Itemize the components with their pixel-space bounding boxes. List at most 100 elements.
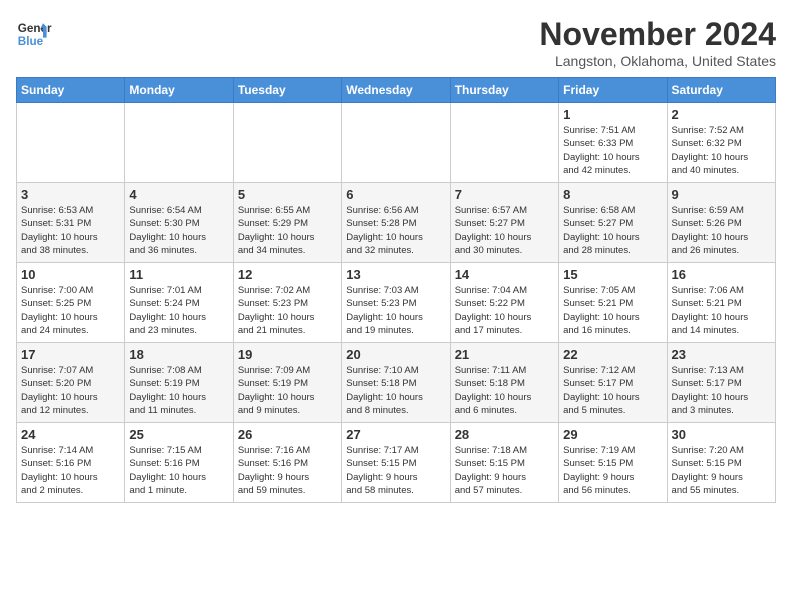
day-number: 22: [563, 347, 662, 362]
calendar-day-cell: 8 Sunrise: 6:58 AM Sunset: 5:27 PM Daylig…: [559, 183, 667, 263]
calendar-day-cell: 26Sunrise: 7:16 AM Sunset: 5:16 PM Dayli…: [233, 423, 341, 503]
day-info: Sunrise: 7:19 AM Sunset: 5:15 PM Dayligh…: [563, 445, 635, 496]
day-number: 7: [455, 187, 554, 202]
calendar-day-cell: 16 Sunrise: 7:06 AM Sunset: 5:21 PM Dayli…: [667, 263, 775, 343]
day-number: 9: [672, 187, 771, 202]
day-info: Sunrise: 7:17 AM Sunset: 5:15 PM Dayligh…: [346, 445, 418, 496]
calendar-day-cell: 21 Sunrise: 7:11 AM Sunset: 5:18 PM Dayli…: [450, 343, 558, 423]
logo: General Blue: [16, 16, 52, 52]
calendar-day-cell: 29 Sunrise: 7:19 AM Sunset: 5:15 PM Dayli…: [559, 423, 667, 503]
day-number: 10: [21, 267, 120, 282]
calendar-day-cell: 6Sunrise: 6:56 AM Sunset: 5:28 PM Daylig…: [342, 183, 450, 263]
day-info: Sunrise: 7:06 AM Sunset: 5:21 PM Dayligh…: [672, 285, 749, 336]
day-info: Sunrise: 7:15 AM Sunset: 5:16 PM Dayligh…: [129, 445, 206, 496]
day-number: 21: [455, 347, 554, 362]
day-info: Sunrise: 7:04 AM Sunset: 5:22 PM Dayligh…: [455, 285, 532, 336]
day-number: 27: [346, 427, 445, 442]
day-info: Sunrise: 6:53 AM Sunset: 5:31 PM Dayligh…: [21, 205, 98, 256]
day-info: Sunrise: 7:18 AM Sunset: 5:15 PM Dayligh…: [455, 445, 527, 496]
day-number: 29: [563, 427, 662, 442]
day-number: 2: [672, 107, 771, 122]
empty-cell: [17, 103, 125, 183]
day-number: 25: [129, 427, 228, 442]
day-info: Sunrise: 6:57 AM Sunset: 5:27 PM Dayligh…: [455, 205, 532, 256]
day-info: Sunrise: 7:16 AM Sunset: 5:16 PM Dayligh…: [238, 445, 310, 496]
day-number: 17: [21, 347, 120, 362]
day-number: 3: [21, 187, 120, 202]
day-info: Sunrise: 6:56 AM Sunset: 5:28 PM Dayligh…: [346, 205, 423, 256]
calendar-day-cell: 4 Sunrise: 6:54 AM Sunset: 5:30 PM Daylig…: [125, 183, 233, 263]
day-info: Sunrise: 7:14 AM Sunset: 5:16 PM Dayligh…: [21, 445, 98, 496]
svg-text:General: General: [18, 22, 52, 35]
day-number: 1: [563, 107, 662, 122]
day-number: 11: [129, 267, 228, 282]
day-info: Sunrise: 6:55 AM Sunset: 5:29 PM Dayligh…: [238, 205, 315, 256]
weekday-header: Saturday: [667, 78, 775, 103]
day-number: 23: [672, 347, 771, 362]
day-info: Sunrise: 6:54 AM Sunset: 5:30 PM Dayligh…: [129, 205, 206, 256]
svg-text:Blue: Blue: [18, 35, 44, 48]
calendar-day-cell: 23 Sunrise: 7:13 AM Sunset: 5:17 PM Dayli…: [667, 343, 775, 423]
day-number: 15: [563, 267, 662, 282]
calendar-day-cell: 30 Sunrise: 7:20 AM Sunset: 5:15 PM Dayli…: [667, 423, 775, 503]
calendar-day-cell: 10 Sunrise: 7:00 AM Sunset: 5:25 PM Dayli…: [17, 263, 125, 343]
calendar-day-cell: 17 Sunrise: 7:07 AM Sunset: 5:20 PM Dayli…: [17, 343, 125, 423]
empty-cell: [342, 103, 450, 183]
weekday-header: Wednesday: [342, 78, 450, 103]
page-header: General Blue November 2024 Langston, Okl…: [16, 16, 776, 69]
empty-cell: [233, 103, 341, 183]
month-title: November 2024: [539, 16, 776, 53]
day-number: 16: [672, 267, 771, 282]
calendar-day-cell: 3 Sunrise: 6:53 AM Sunset: 5:31 PM Daylig…: [17, 183, 125, 263]
day-info: Sunrise: 7:00 AM Sunset: 5:25 PM Dayligh…: [21, 285, 98, 336]
weekday-header: Tuesday: [233, 78, 341, 103]
day-info: Sunrise: 7:20 AM Sunset: 5:15 PM Dayligh…: [672, 445, 744, 496]
title-block: November 2024 Langston, Oklahoma, United…: [539, 16, 776, 69]
calendar-day-cell: 5 Sunrise: 6:55 AM Sunset: 5:29 PM Daylig…: [233, 183, 341, 263]
calendar-day-cell: 2 Sunrise: 7:52 AM Sunset: 6:32 PM Daylig…: [667, 103, 775, 183]
calendar-day-cell: 12Sunrise: 7:02 AM Sunset: 5:23 PM Dayli…: [233, 263, 341, 343]
day-info: Sunrise: 7:01 AM Sunset: 5:24 PM Dayligh…: [129, 285, 206, 336]
calendar-day-cell: 14 Sunrise: 7:04 AM Sunset: 5:22 PM Dayli…: [450, 263, 558, 343]
calendar-day-cell: 22 Sunrise: 7:12 AM Sunset: 5:17 PM Dayli…: [559, 343, 667, 423]
day-info: Sunrise: 7:05 AM Sunset: 5:21 PM Dayligh…: [563, 285, 640, 336]
day-info: Sunrise: 7:51 AM Sunset: 6:33 PM Dayligh…: [563, 125, 640, 176]
calendar-day-cell: 9 Sunrise: 6:59 AM Sunset: 5:26 PM Daylig…: [667, 183, 775, 263]
day-number: 4: [129, 187, 228, 202]
calendar-day-cell: 11 Sunrise: 7:01 AM Sunset: 5:24 PM Dayli…: [125, 263, 233, 343]
day-number: 5: [238, 187, 337, 202]
weekday-header: Thursday: [450, 78, 558, 103]
day-info: Sunrise: 7:08 AM Sunset: 5:19 PM Dayligh…: [129, 365, 206, 416]
day-info: Sunrise: 6:59 AM Sunset: 5:26 PM Dayligh…: [672, 205, 749, 256]
calendar-day-cell: 24Sunrise: 7:14 AM Sunset: 5:16 PM Dayli…: [17, 423, 125, 503]
empty-cell: [125, 103, 233, 183]
day-number: 14: [455, 267, 554, 282]
day-number: 18: [129, 347, 228, 362]
logo-icon: General Blue: [16, 16, 52, 52]
calendar-day-cell: 25 Sunrise: 7:15 AM Sunset: 5:16 PM Dayli…: [125, 423, 233, 503]
calendar-day-cell: 20Sunrise: 7:10 AM Sunset: 5:18 PM Dayli…: [342, 343, 450, 423]
calendar-day-cell: 7 Sunrise: 6:57 AM Sunset: 5:27 PM Daylig…: [450, 183, 558, 263]
day-info: Sunrise: 7:12 AM Sunset: 5:17 PM Dayligh…: [563, 365, 640, 416]
day-info: Sunrise: 7:52 AM Sunset: 6:32 PM Dayligh…: [672, 125, 749, 176]
day-number: 8: [563, 187, 662, 202]
day-info: Sunrise: 7:11 AM Sunset: 5:18 PM Dayligh…: [455, 365, 532, 416]
weekday-header: Friday: [559, 78, 667, 103]
calendar-day-cell: 1 Sunrise: 7:51 AM Sunset: 6:33 PM Daylig…: [559, 103, 667, 183]
calendar-day-cell: 18 Sunrise: 7:08 AM Sunset: 5:19 PM Dayli…: [125, 343, 233, 423]
day-info: Sunrise: 7:07 AM Sunset: 5:20 PM Dayligh…: [21, 365, 98, 416]
calendar-day-cell: 19Sunrise: 7:09 AM Sunset: 5:19 PM Dayli…: [233, 343, 341, 423]
weekday-header: Sunday: [17, 78, 125, 103]
day-info: Sunrise: 7:13 AM Sunset: 5:17 PM Dayligh…: [672, 365, 749, 416]
empty-cell: [450, 103, 558, 183]
calendar-day-cell: 15 Sunrise: 7:05 AM Sunset: 5:21 PM Dayli…: [559, 263, 667, 343]
day-info: Sunrise: 6:58 AM Sunset: 5:27 PM Dayligh…: [563, 205, 640, 256]
day-number: 30: [672, 427, 771, 442]
day-info: Sunrise: 7:03 AM Sunset: 5:23 PM Dayligh…: [346, 285, 423, 336]
day-number: 13: [346, 267, 445, 282]
day-info: Sunrise: 7:09 AM Sunset: 5:19 PM Dayligh…: [238, 365, 315, 416]
day-number: 12: [238, 267, 337, 282]
calendar-day-cell: 27 Sunrise: 7:17 AM Sunset: 5:15 PM Dayli…: [342, 423, 450, 503]
weekday-header: Monday: [125, 78, 233, 103]
location: Langston, Oklahoma, United States: [539, 53, 776, 69]
